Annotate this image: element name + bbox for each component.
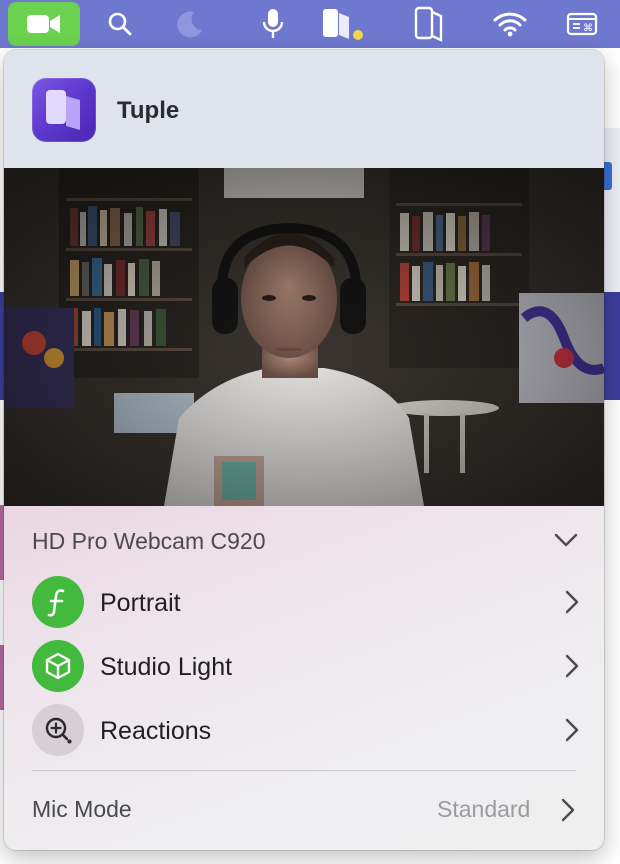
portrait-f-icon bbox=[32, 576, 84, 628]
mic-mode-label[interactable]: Mic Mode bbox=[32, 796, 132, 823]
effect-label: Reactions bbox=[100, 717, 212, 745]
effect-label: Studio Light bbox=[100, 653, 233, 681]
divider bbox=[32, 770, 576, 771]
chevron-right-icon[interactable] bbox=[560, 798, 576, 827]
effect-row-portrait[interactable]: Portrait bbox=[32, 576, 580, 628]
chevron-right-icon[interactable] bbox=[564, 590, 580, 619]
moon-icon[interactable] bbox=[168, 0, 212, 48]
camera-preview bbox=[4, 168, 604, 506]
camera-options-panel: HD Pro Webcam C920 Portrait Studio Light… bbox=[4, 506, 604, 850]
camera-menu-popover: Tuple HD Pro Webcam C920 Portrait Studio… bbox=[4, 50, 604, 850]
effect-row-reactions[interactable]: Reactions bbox=[32, 704, 580, 756]
tuple-menu-icon[interactable] bbox=[316, 0, 356, 48]
tuple-window-icon[interactable] bbox=[408, 0, 448, 48]
svg-text:⌘: ⌘ bbox=[583, 23, 593, 34]
microphone-icon[interactable] bbox=[256, 0, 290, 48]
effect-label: Portrait bbox=[100, 589, 181, 617]
chevron-right-icon[interactable] bbox=[564, 718, 580, 747]
mic-mode-value[interactable]: Standard bbox=[437, 796, 530, 823]
camera-menu-button[interactable] bbox=[8, 2, 80, 46]
camera-device-name[interactable]: HD Pro Webcam C920 bbox=[32, 528, 266, 555]
search-icon[interactable] bbox=[100, 0, 140, 48]
app-name: Tuple bbox=[117, 97, 180, 124]
reactions-icon bbox=[32, 704, 84, 756]
cube-icon bbox=[32, 640, 84, 692]
chevron-down-icon[interactable] bbox=[554, 532, 578, 553]
keyboard-shortcut-icon[interactable]: ⌘ bbox=[562, 0, 602, 48]
wifi-icon[interactable] bbox=[490, 0, 530, 48]
effect-row-studio-light[interactable]: Studio Light bbox=[32, 640, 580, 692]
popover-header: Tuple bbox=[4, 50, 604, 168]
tuple-app-icon bbox=[32, 78, 96, 142]
chevron-right-icon[interactable] bbox=[564, 654, 580, 683]
status-badge bbox=[353, 30, 363, 40]
video-camera-icon bbox=[26, 12, 62, 36]
menu-bar: ⌘ bbox=[0, 0, 620, 48]
